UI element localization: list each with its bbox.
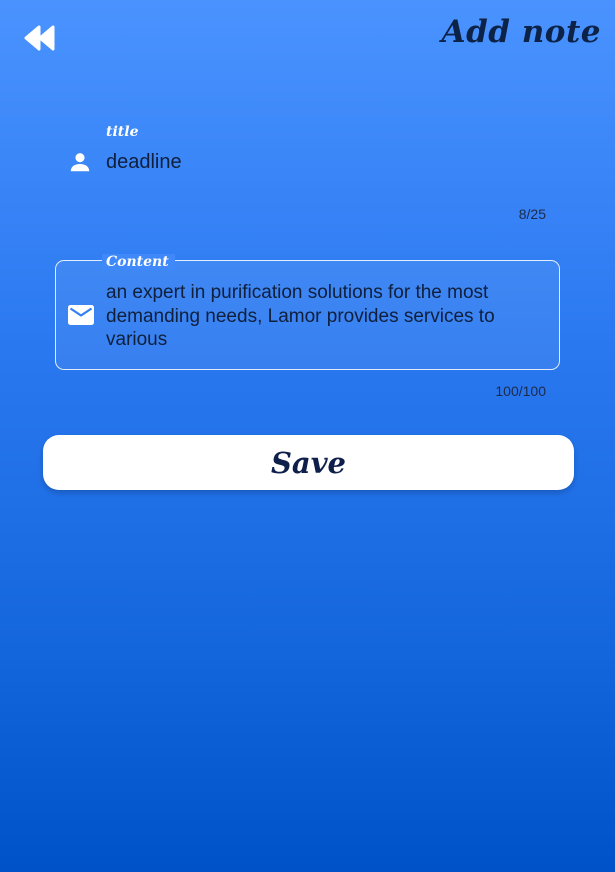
title-char-counter: 8/25 — [518, 206, 546, 222]
save-button[interactable]: Save — [43, 435, 574, 490]
title-input[interactable]: deadline — [106, 151, 182, 174]
back-button[interactable] — [22, 22, 58, 54]
rewind-back-icon — [24, 25, 55, 51]
person-icon — [70, 153, 90, 172]
save-button-label: Save — [270, 445, 347, 480]
mail-icon — [68, 305, 94, 325]
title-field-label: title — [106, 124, 139, 140]
content-textarea[interactable]: an expert in purification solutions for … — [106, 281, 536, 352]
content-field-label: Content — [102, 254, 175, 270]
content-field[interactable]: Content an expert in purification soluti… — [55, 254, 560, 370]
page-title: Add note — [441, 14, 601, 50]
content-char-counter: 100/100 — [495, 383, 546, 399]
title-field[interactable]: title deadline — [56, 120, 562, 200]
